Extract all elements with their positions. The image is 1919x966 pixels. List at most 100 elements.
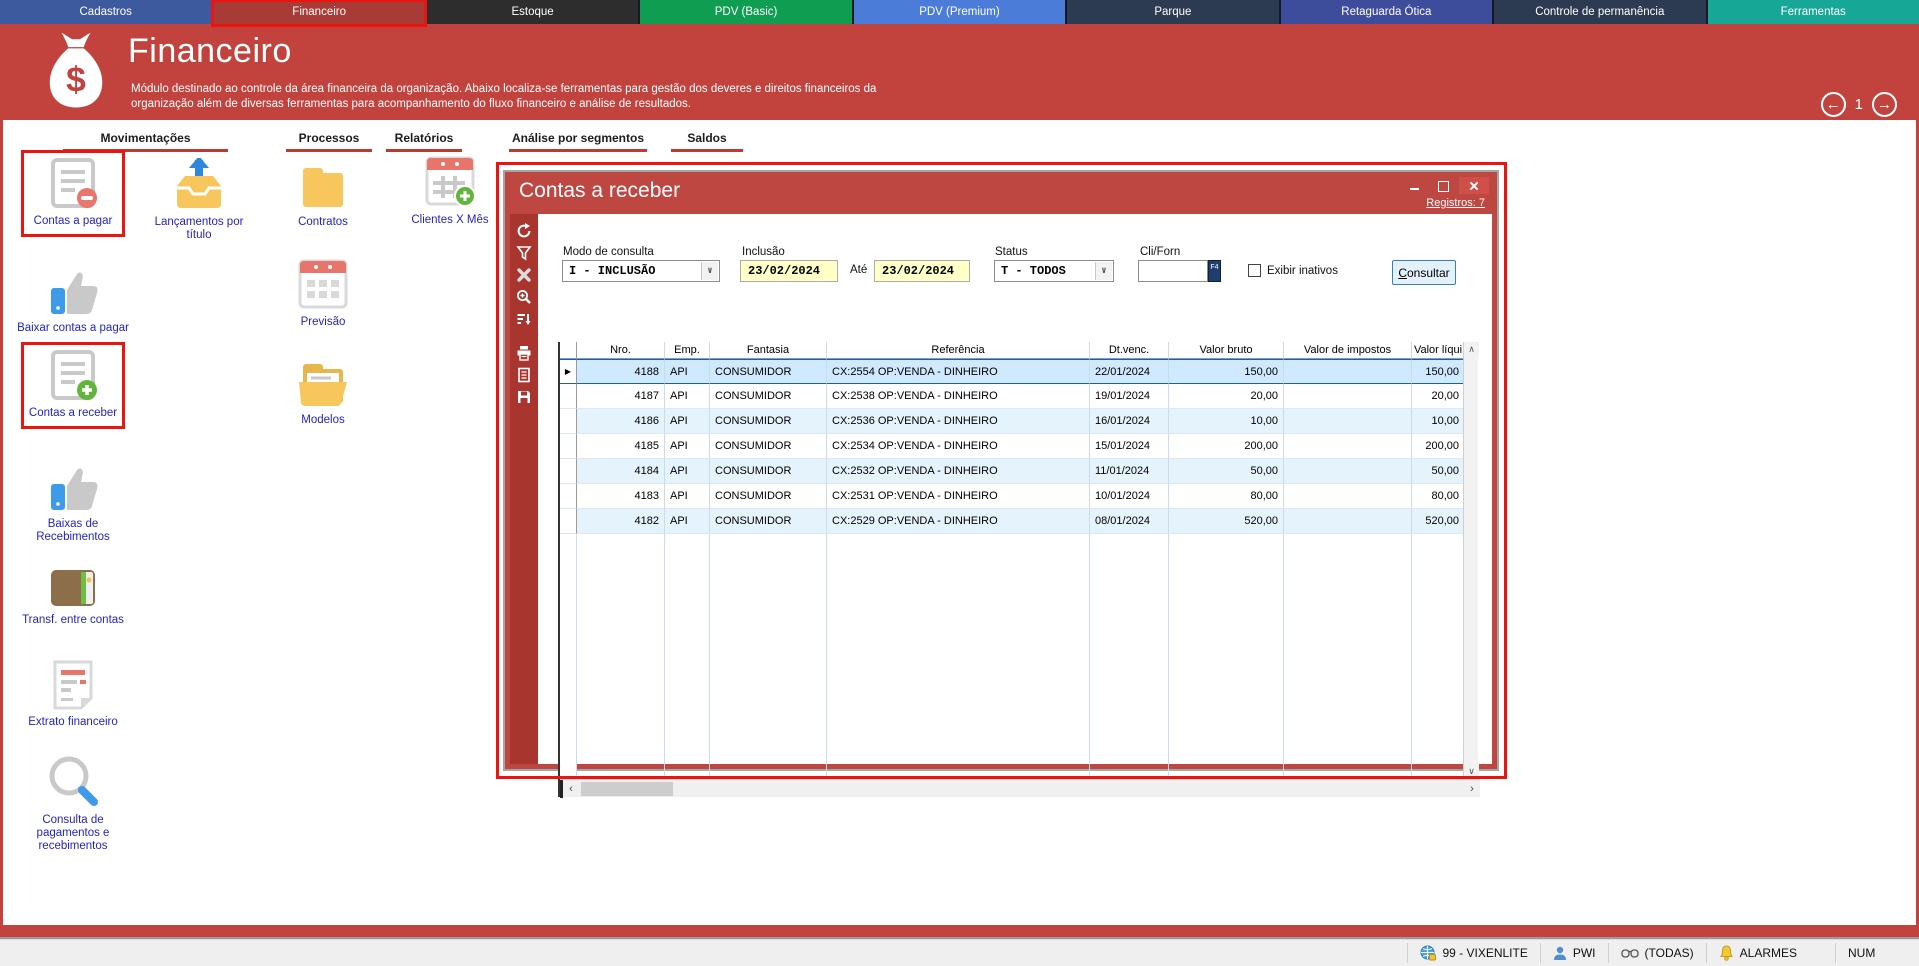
exibir-inativos-checkbox[interactable] [1248,264,1261,277]
col-valor-bruto[interactable]: Valor bruto [1169,342,1284,359]
inclusao-date-input[interactable] [740,260,838,282]
cell-fantasia: CONSUMIDOR [710,409,827,434]
table-row[interactable]: ▶4188APICONSUMIDORCX:2554 OP:VENDA - DIN… [560,359,1478,384]
tab-pdv-basic[interactable]: PDV (Basic) [640,0,851,24]
report-icon[interactable] [516,367,532,383]
tab-ferramentas[interactable]: Ferramentas [1708,0,1919,24]
horizontal-scrollbar[interactable]: ‹ › [560,779,1480,797]
shortcut-baixar-contas-a-pagar[interactable]: Baixar contas a pagar [13,268,133,335]
subtab-analise-por-segmentos[interactable]: Análise por segmentos [509,128,647,152]
scroll-right-icon[interactable]: › [1464,783,1480,795]
shortcut-extrato-financeiro[interactable]: Extrato financeiro [13,658,133,729]
status-select[interactable]: T - TODOS ∨ [994,260,1114,282]
sort-icon[interactable] [516,311,532,327]
scrollbar-thumb[interactable] [581,782,673,796]
shortcut-contratos[interactable]: Contratos [263,164,383,229]
tab-pdv-premium[interactable]: PDV (Premium) [854,0,1065,24]
scroll-up-icon[interactable]: ∧ [1464,342,1479,357]
table-row[interactable]: 4183APICONSUMIDORCX:2531 OP:VENDA - DINH… [560,484,1478,509]
tab-cadastros[interactable]: Cadastros [0,0,211,24]
col-nro[interactable]: Nro. [577,342,665,359]
status-alarms[interactable]: ALARMES [1706,943,1809,963]
ate-date-input[interactable] [874,260,970,282]
table-row[interactable]: 4186APICONSUMIDORCX:2536 OP:VENDA - DINH… [560,409,1478,434]
col-fantasia[interactable]: Fantasia [710,342,827,359]
cell-emp: API [665,384,710,409]
modo-de-consulta-select[interactable]: I - INCLUSÃO ∨ [562,260,720,282]
cell-impostos [1284,434,1412,459]
f4-lookup-button[interactable]: F4 [1208,260,1221,282]
shortcut-transf-entre-contas[interactable]: Transf. entre contas [13,566,133,627]
shortcut-contas-a-receber[interactable]: Contas a receber [21,342,125,429]
cell-emp: API [665,484,710,509]
subtab-saldos[interactable]: Saldos [671,128,743,152]
receipt-icon [47,658,99,712]
col-valor-liquido[interactable]: Valor líqui [1412,342,1465,359]
col-emp[interactable]: Emp. [665,342,710,359]
row-marker-cell [560,459,577,484]
cell-impostos [1284,359,1412,384]
table-row[interactable]: 4185APICONSUMIDORCX:2534 OP:VENDA - DINH… [560,434,1478,459]
row-marker-cell [560,384,577,409]
alarms-label: ALARMES [1740,946,1797,960]
close-icon[interactable] [1459,177,1489,194]
shortcut-previsao[interactable]: Previsão [263,258,383,329]
filter-icon[interactable] [516,245,532,261]
shortcut-modelos[interactable]: Modelos [263,360,383,427]
cell-emp: API [665,509,710,534]
tab-controle-permanencia[interactable]: Controle de permanência [1494,0,1705,24]
subtab-relatorios[interactable]: Relatórios [386,128,462,152]
cell-fantasia: CONSUMIDOR [710,459,827,484]
scroll-down-icon[interactable]: ∨ [1464,764,1479,779]
cell-impostos [1284,509,1412,534]
filler-cell [665,534,710,779]
shortcut-clientes-x-mes[interactable]: Clientes X Mês [390,154,510,227]
next-page-button[interactable]: → [1872,92,1897,117]
table-empty-area [560,534,1478,779]
shortcut-contas-a-pagar[interactable]: Contas a pagar [21,150,125,237]
cell-impostos [1284,459,1412,484]
save-icon[interactable] [516,389,532,405]
vertical-scrollbar[interactable]: ∧ ∨ [1463,342,1478,779]
wallet-icon [45,566,101,610]
cell-liquido: 50,00 [1412,459,1465,484]
cell-emp: API [665,359,710,384]
tab-estoque[interactable]: Estoque [427,0,638,24]
glasses-icon [1621,947,1639,960]
zoom-icon[interactable] [516,289,532,305]
maximize-icon[interactable] [1431,177,1455,194]
scroll-left-icon[interactable]: ‹ [563,783,579,795]
tab-parque[interactable]: Parque [1067,0,1278,24]
col-referencia[interactable]: Referência [827,342,1090,359]
subtab-processos[interactable]: Processos [286,128,372,152]
shortcut-label: Contas a receber [29,407,117,420]
registros-link[interactable]: Registros: 7 [1426,197,1485,209]
page-number: 1 [1855,96,1863,113]
cell-dtvenc: 16/01/2024 [1090,409,1169,434]
prev-page-button[interactable]: ← [1821,92,1846,117]
col-valor-impostos[interactable]: Valor de impostos [1284,342,1412,359]
filler-cell [710,534,827,779]
subtab-movimentacoes[interactable]: Movimentações [63,128,228,152]
refresh-icon[interactable] [516,223,532,239]
consultar-button[interactable]: Consultar [1392,260,1456,285]
clear-filter-icon[interactable] [516,267,532,283]
cliforn-input[interactable] [1138,260,1208,282]
table-row[interactable]: 4184APICONSUMIDORCX:2532 OP:VENDA - DINH… [560,459,1478,484]
inclusao-label: Inclusão [742,246,785,258]
status-numlock: NUM [1835,943,1905,963]
table-row[interactable]: 4182APICONSUMIDORCX:2529 OP:VENDA - DINH… [560,509,1478,534]
tab-financeiro[interactable]: Financeiro [213,0,424,24]
window-title: Contas a receber [519,179,680,203]
shortcut-baixas-de-recebimentos[interactable]: Baixas de Recebimentos [13,464,133,544]
window-toolbar [510,214,538,764]
tab-retaguarda-otica[interactable]: Retaguarda Ótica [1281,0,1492,24]
cell-bruto: 10,00 [1169,409,1284,434]
col-dtvenc[interactable]: Dt.venc. [1090,342,1169,359]
cell-bruto: 520,00 [1169,509,1284,534]
minimize-icon[interactable] [1403,177,1427,194]
table-row[interactable]: 4187APICONSUMIDORCX:2538 OP:VENDA - DINH… [560,384,1478,409]
print-icon[interactable] [516,345,532,361]
shortcut-lancamentos-por-titulo[interactable]: Lançamentos por título [139,158,259,242]
shortcut-consulta-pagamentos[interactable]: Consulta de pagamentos e recebimentos [13,752,133,853]
